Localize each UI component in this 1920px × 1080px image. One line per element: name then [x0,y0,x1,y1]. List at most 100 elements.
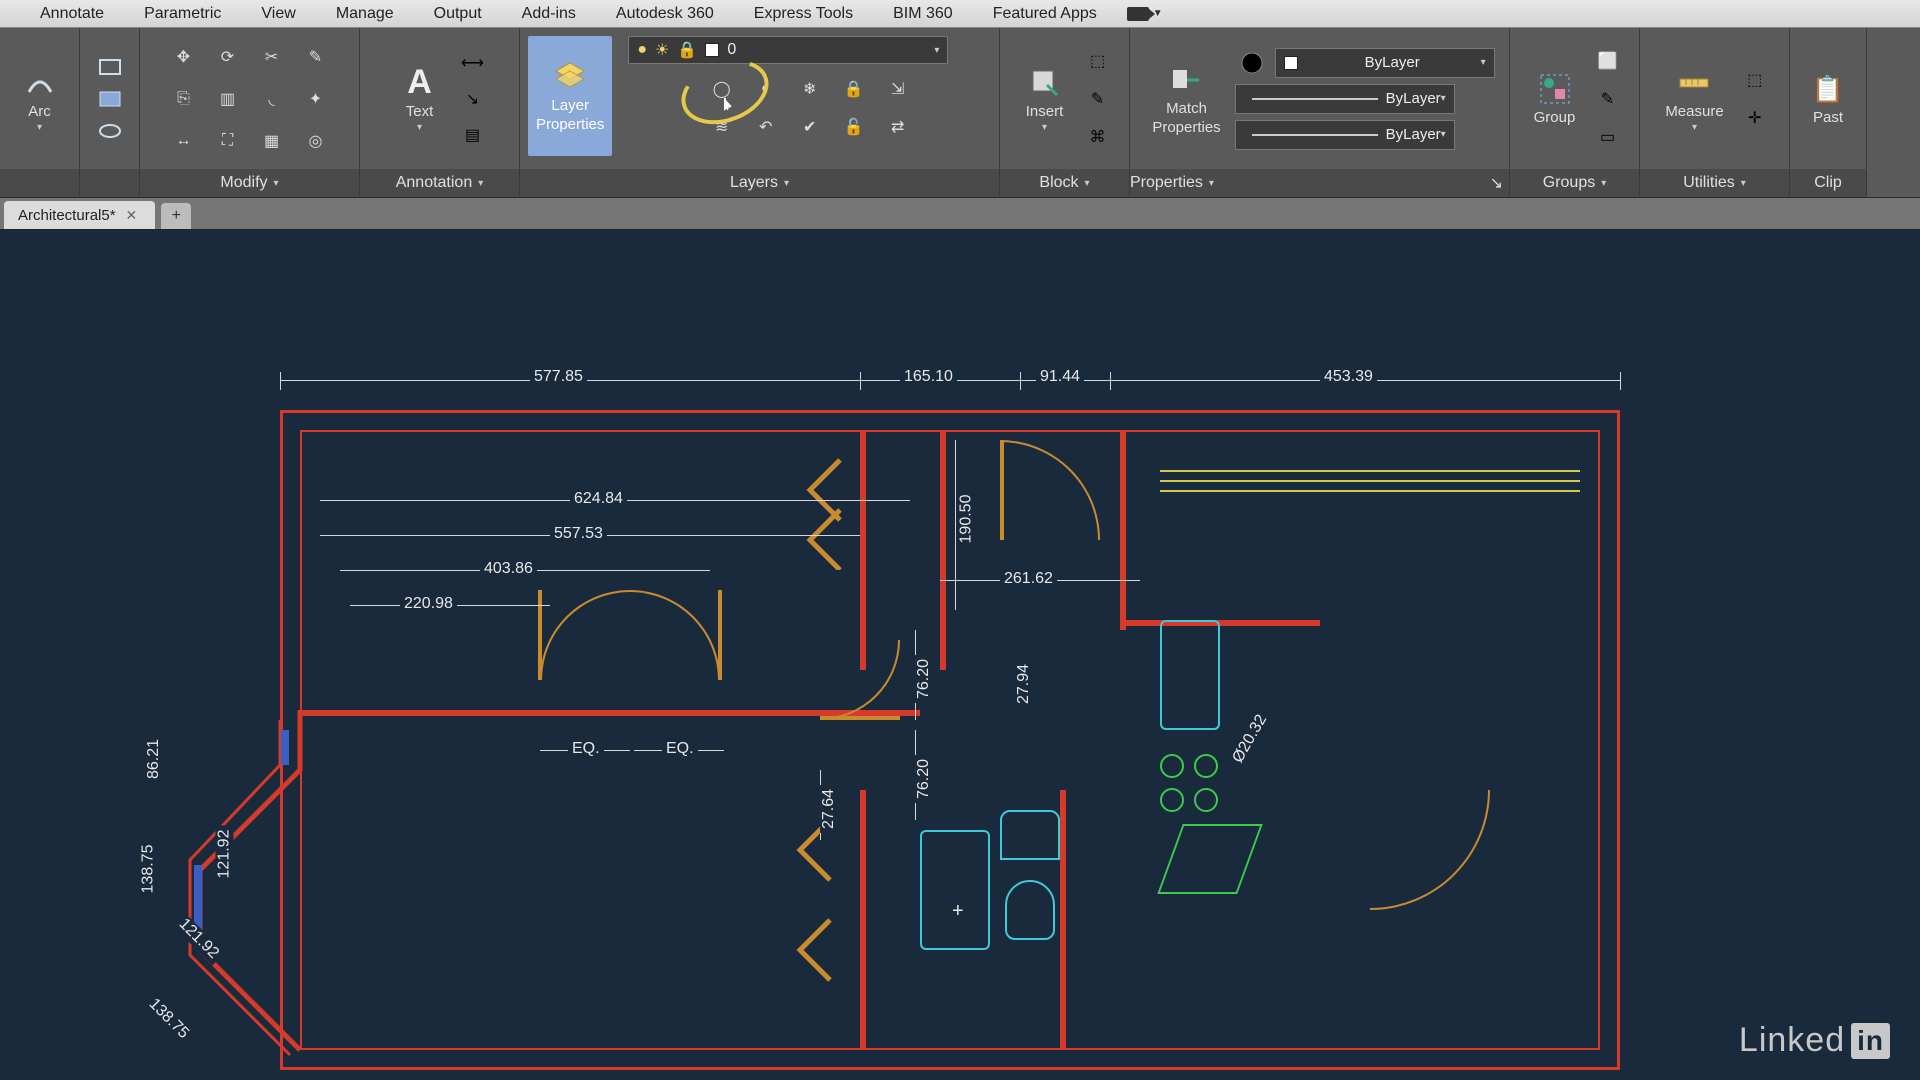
layer-dropdown[interactable]: ● ☀ 🔒 0 ▾ [628,36,948,64]
paste-button[interactable]: 📋 Past [1798,39,1858,159]
annotation-panel-title[interactable]: Annotation [396,174,473,192]
layer-freeze-tool-icon[interactable]: ❄ [790,72,830,106]
linetype-dropdown[interactable]: ByLayer ▾ [1235,120,1455,150]
dim-top3: 91.44 [1036,368,1084,386]
properties-panel-title[interactable]: Properties [1130,174,1203,192]
layers-panel-title[interactable]: Layers [730,174,778,192]
rectangle-icon[interactable] [93,52,127,82]
layer-make-current-icon[interactable]: ⇲ [878,72,918,106]
document-tab-active[interactable]: Architectural5* ✕ [4,201,155,229]
select-icon[interactable]: ⬚ [1738,65,1772,95]
dimension-icon[interactable]: ⟷ [456,48,490,78]
dim-l3: 121.92 [215,826,233,883]
new-tab-button[interactable]: + [161,203,191,229]
linkedin-text: Linked [1739,1021,1845,1060]
panel-annotation: A Text ▾ ⟷ ↘ ▤ Annotation▾ [360,28,520,197]
menu-manage[interactable]: Manage [316,5,414,23]
stretch-icon[interactable]: ↔ [164,122,204,160]
dim-l1: 86.21 [145,735,163,783]
layer-lock-tool-icon[interactable]: 🔒 [834,72,874,106]
menu-annotate[interactable]: Annotate [20,5,124,23]
offset-icon[interactable]: ◎ [296,122,336,160]
leader-icon[interactable]: ↘ [456,84,490,114]
panel-draw: Arc ▾ [0,28,80,197]
dim-h5: 261.62 [1000,570,1057,588]
trim-icon[interactable]: ✂ [252,38,292,76]
layer-change-icon[interactable]: ⇄ [878,110,918,144]
panel-layers: Layer Properties ● ☀ 🔒 0 ▾ ◯ ◐ ❄ 🔒 ⇲ [520,28,1000,197]
move-icon[interactable]: ✥ [164,38,204,76]
dim-v3: 27.94 [1015,660,1033,708]
group-button[interactable]: Group [1525,39,1585,159]
modify-panel-title[interactable]: Modify [220,174,267,192]
clipboard-panel-title[interactable]: Clip [1814,174,1842,192]
document-tab-label: Architectural5* [18,207,116,224]
panel-groups: Group ⬜ ✎ ▭ Groups▾ [1510,28,1640,197]
array-icon[interactable]: ▦ [252,122,292,160]
color-dropdown[interactable]: ByLayer ▾ [1275,48,1495,78]
layer-freeze-icon: ☀ [655,40,669,60]
arc-button[interactable]: Arc ▾ [10,61,70,137]
layer-state-icon[interactable]: ✔ [790,110,830,144]
menu-bim360[interactable]: BIM 360 [873,5,973,23]
ellipse-icon[interactable] [93,116,127,146]
menu-addins[interactable]: Add-ins [502,5,596,23]
layer-previous-icon[interactable]: ↶ [746,110,786,144]
ribbon: Arc ▾ ✥ ⟳ ✂ ✎ ⎘ ▥ ◟ ✦ ↔ ⛶ [0,28,1920,198]
copy-icon[interactable]: ⎘ [164,80,204,118]
lineweight-dropdown[interactable]: ByLayer ▾ [1235,84,1455,114]
arc-label: Arc [28,103,51,120]
ungroup-icon[interactable]: ⬜ [1591,46,1625,76]
menu-output[interactable]: Output [414,5,502,23]
utilities-panel-title[interactable]: Utilities [1683,174,1735,192]
menu-view[interactable]: View [241,5,315,23]
fillet-icon[interactable]: ◟ [252,80,292,118]
match-properties-button[interactable]: Match Properties [1144,39,1228,159]
dim-l2: 138.75 [139,841,157,898]
menu-expresstools[interactable]: Express Tools [734,5,873,23]
edit-block-icon[interactable]: ✎ [1081,84,1115,114]
measure-button[interactable]: Measure ▾ [1657,39,1731,159]
block-attr-icon[interactable]: ⌘ [1081,122,1115,152]
mirror-icon[interactable]: ▥ [208,80,248,118]
text-button[interactable]: A Text ▾ [390,39,450,159]
arc-icon [22,65,58,101]
layerprops-label1: Layer [551,97,589,114]
menu-featuredapps[interactable]: Featured Apps [973,5,1117,23]
match-properties-icon [1169,62,1205,98]
groups-panel-title[interactable]: Groups [1543,174,1595,192]
create-block-icon[interactable]: ⬚ [1081,46,1115,76]
point-icon[interactable]: ✛ [1738,103,1772,133]
color-wheel-icon[interactable] [1235,48,1269,78]
sink [1000,810,1060,860]
panel-draw2 [80,28,140,197]
menu-autodesk360[interactable]: Autodesk 360 [596,5,734,23]
menu-bar: Annotate Parametric View Manage Output A… [0,0,1920,28]
group-edit-icon[interactable]: ✎ [1591,84,1625,114]
hatch-icon[interactable] [93,84,127,114]
drawing-canvas[interactable]: + 577.85 165.10 91.44 453.39 624.84 557.… [0,230,1920,1080]
lineweight-value: ByLayer [1386,90,1441,107]
panel-utilities: Measure ▾ ⬚ ✛ Utilities▾ [1640,28,1790,197]
scale-icon[interactable]: ⛶ [208,122,248,160]
menu-parametric[interactable]: Parametric [124,5,241,23]
layer-unlock-icon[interactable]: 🔓 [834,110,874,144]
insert-button[interactable]: Insert ▾ [1015,39,1075,159]
erase-icon[interactable]: ✎ [296,38,336,76]
explode-icon[interactable]: ✦ [296,80,336,118]
block-panel-title[interactable]: Block [1039,174,1078,192]
layer-properties-button[interactable]: Layer Properties [528,36,612,156]
dim-v2: 76.20 [915,655,933,703]
panel-modify: ✥ ⟳ ✂ ✎ ⎘ ▥ ◟ ✦ ↔ ⛶ ▦ ◎ Modify▾ [140,28,360,197]
insert-label: Insert [1026,103,1064,120]
close-tab-icon[interactable]: ✕ [126,207,138,224]
table-icon[interactable]: ▤ [456,120,490,150]
layer-color-swatch [705,43,719,57]
video-icon[interactable] [1127,7,1149,21]
text-icon: A [402,65,438,101]
rotate-icon[interactable]: ⟳ [208,38,248,76]
match-label2: Properties [1152,119,1220,136]
dim-h1: 624.84 [570,490,627,508]
document-tabstrip: Architectural5* ✕ + [0,198,1920,230]
group-bbox-icon[interactable]: ▭ [1591,122,1625,152]
